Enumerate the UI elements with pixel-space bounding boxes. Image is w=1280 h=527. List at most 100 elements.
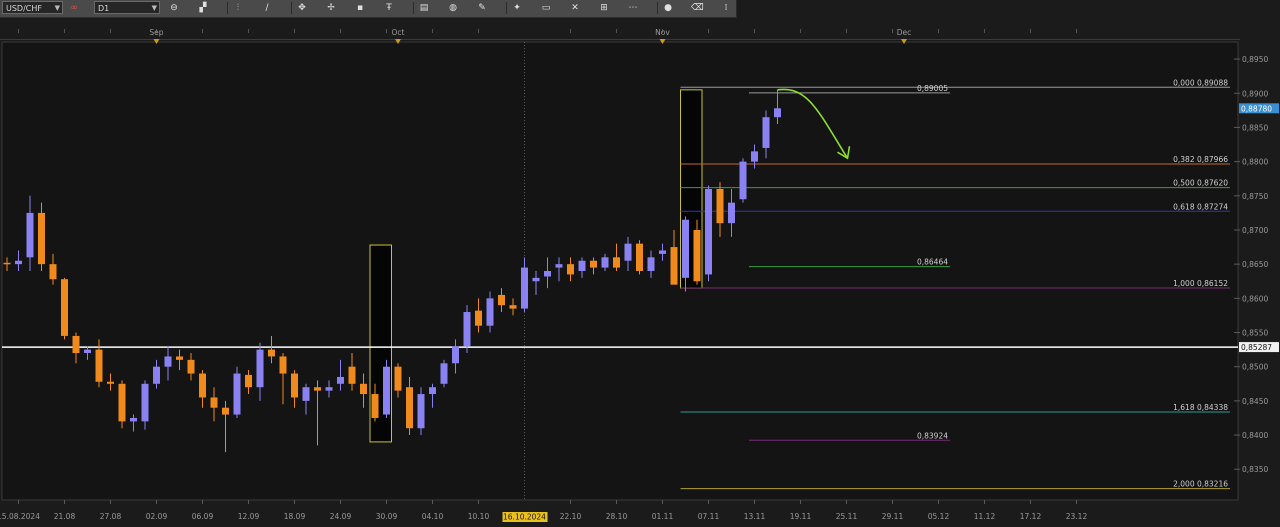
candle-body[interactable] [268, 349, 275, 357]
pencil-icon[interactable]: ✎ [476, 2, 488, 14]
candle-body[interactable] [774, 108, 781, 118]
candle-body[interactable] [486, 298, 494, 326]
candle-body[interactable] [498, 294, 505, 306]
candle-body[interactable] [762, 117, 770, 148]
y-axis-label: 0,8850 [1242, 123, 1268, 132]
candle-body[interactable] [337, 376, 344, 384]
candle-body[interactable] [291, 373, 298, 398]
eraser-icon[interactable]: ⌫ [691, 2, 704, 14]
pointer-icon[interactable]: ✥ [296, 2, 308, 14]
candle-body[interactable] [187, 359, 195, 374]
line-tool-icon[interactable]: ∕ [261, 2, 273, 14]
candle-body[interactable] [314, 387, 321, 391]
candle-body[interactable] [61, 279, 68, 336]
candle-body[interactable] [578, 260, 586, 271]
link-icon[interactable]: ∞ [68, 2, 80, 14]
candle-body[interactable] [256, 349, 264, 388]
candle-body[interactable] [279, 356, 287, 374]
candle-body[interactable] [682, 219, 689, 278]
indicators-icon[interactable]: ⫶ [232, 2, 244, 14]
y-axis-label: 0,8950 [1242, 55, 1268, 64]
candle-body[interactable] [233, 373, 241, 415]
candle-body[interactable] [716, 188, 724, 224]
window-icon[interactable]: ▭ [540, 2, 552, 14]
candle-body[interactable] [705, 188, 712, 275]
circle-icon[interactable]: ● [662, 2, 674, 14]
candle-body[interactable] [49, 264, 57, 280]
candle-body[interactable] [624, 243, 632, 261]
candle-body[interactable] [452, 346, 459, 364]
zoom-icon[interactable]: ⊖ [168, 2, 180, 14]
candle-body[interactable] [302, 387, 310, 401]
candle-body[interactable] [739, 161, 747, 200]
candle-body[interactable] [532, 277, 540, 282]
candle-body[interactable] [590, 260, 597, 268]
candle-body[interactable] [245, 374, 252, 388]
x-axis-label: 02.09 [146, 512, 168, 521]
candle-body[interactable] [95, 349, 103, 382]
candle-body[interactable] [107, 381, 114, 384]
candle-body[interactable] [544, 271, 551, 277]
candle-body[interactable] [394, 366, 402, 391]
crosshair-icon[interactable]: ✢ [325, 2, 337, 14]
candle-body[interactable] [199, 373, 206, 398]
timeframe-select[interactable]: D1 ▼ [94, 1, 160, 14]
candle-body[interactable] [406, 387, 413, 429]
candle-body[interactable] [84, 349, 91, 354]
candle-body[interactable] [417, 394, 425, 429]
candle-body[interactable] [164, 356, 172, 367]
candle-body[interactable] [647, 257, 655, 271]
candle-body[interactable] [222, 407, 229, 415]
shape-icon[interactable]: ▪ [354, 2, 366, 14]
price-chart[interactable]: Sep Oct Nov Dec 0,8950 0,8900 0,8850 0,8800 0,87… [0, 0, 1280, 527]
candle-body[interactable] [15, 260, 22, 265]
chart-type-icon[interactable]: ▞ [197, 2, 209, 14]
candle-body[interactable] [26, 212, 34, 258]
candle-body[interactable] [693, 229, 701, 282]
candle-body[interactable] [371, 394, 379, 418]
candle-body[interactable] [130, 417, 137, 422]
candle-body[interactable] [3, 262, 11, 265]
candle-body[interactable] [360, 383, 367, 395]
candle-body[interactable] [429, 387, 436, 395]
candle-body[interactable] [141, 383, 149, 422]
more-icon[interactable]: ⁞ [720, 2, 732, 14]
candle-body[interactable] [567, 264, 574, 275]
candle-body[interactable] [659, 250, 666, 254]
candle-body[interactable] [38, 212, 45, 265]
trend-icon[interactable]: ✦ [511, 2, 523, 14]
candle-body[interactable] [325, 387, 333, 391]
candle-body[interactable] [153, 366, 160, 384]
candle-body[interactable] [601, 257, 609, 268]
fib-level-label: 0,000 0,89088 [1173, 78, 1228, 87]
candle-body[interactable] [348, 366, 356, 384]
candle-body[interactable] [118, 383, 126, 422]
candle-body[interactable] [72, 335, 80, 354]
candle-body[interactable] [176, 356, 183, 360]
candle-body[interactable] [636, 243, 643, 271]
candle-body[interactable] [440, 363, 448, 384]
grid-icon[interactable]: ⊞ [598, 2, 610, 14]
candle-body[interactable] [210, 397, 218, 408]
symbol-select[interactable]: USD/CHF ▼ [2, 1, 63, 14]
candle-body[interactable] [555, 264, 563, 268]
fib-level-label: 0,382 0,87966 [1173, 155, 1228, 164]
candle-body[interactable] [670, 247, 678, 285]
candle-body[interactable] [613, 257, 620, 268]
candle-body[interactable] [521, 267, 528, 309]
note-icon[interactable]: ▤ [418, 2, 430, 14]
candle-body[interactable] [383, 366, 390, 415]
candle-body[interactable] [728, 202, 735, 224]
y-axis-label: 0,8500 [1242, 363, 1268, 372]
toolbar-separator [227, 2, 228, 14]
candle-body[interactable] [463, 312, 471, 347]
candle-body[interactable] [751, 151, 758, 162]
delete-icon[interactable]: ✕ [569, 2, 581, 14]
text-tool-icon[interactable]: Ŧ [383, 2, 395, 14]
globe-icon[interactable]: ◍ [447, 2, 459, 14]
candle-body[interactable] [475, 310, 482, 326]
fibonacci-icon[interactable]: ⋯ [627, 2, 639, 14]
x-axis-label: 01.11 [652, 512, 674, 521]
y-axis-label: 0,8600 [1242, 294, 1268, 303]
candle-body[interactable] [509, 305, 517, 309]
